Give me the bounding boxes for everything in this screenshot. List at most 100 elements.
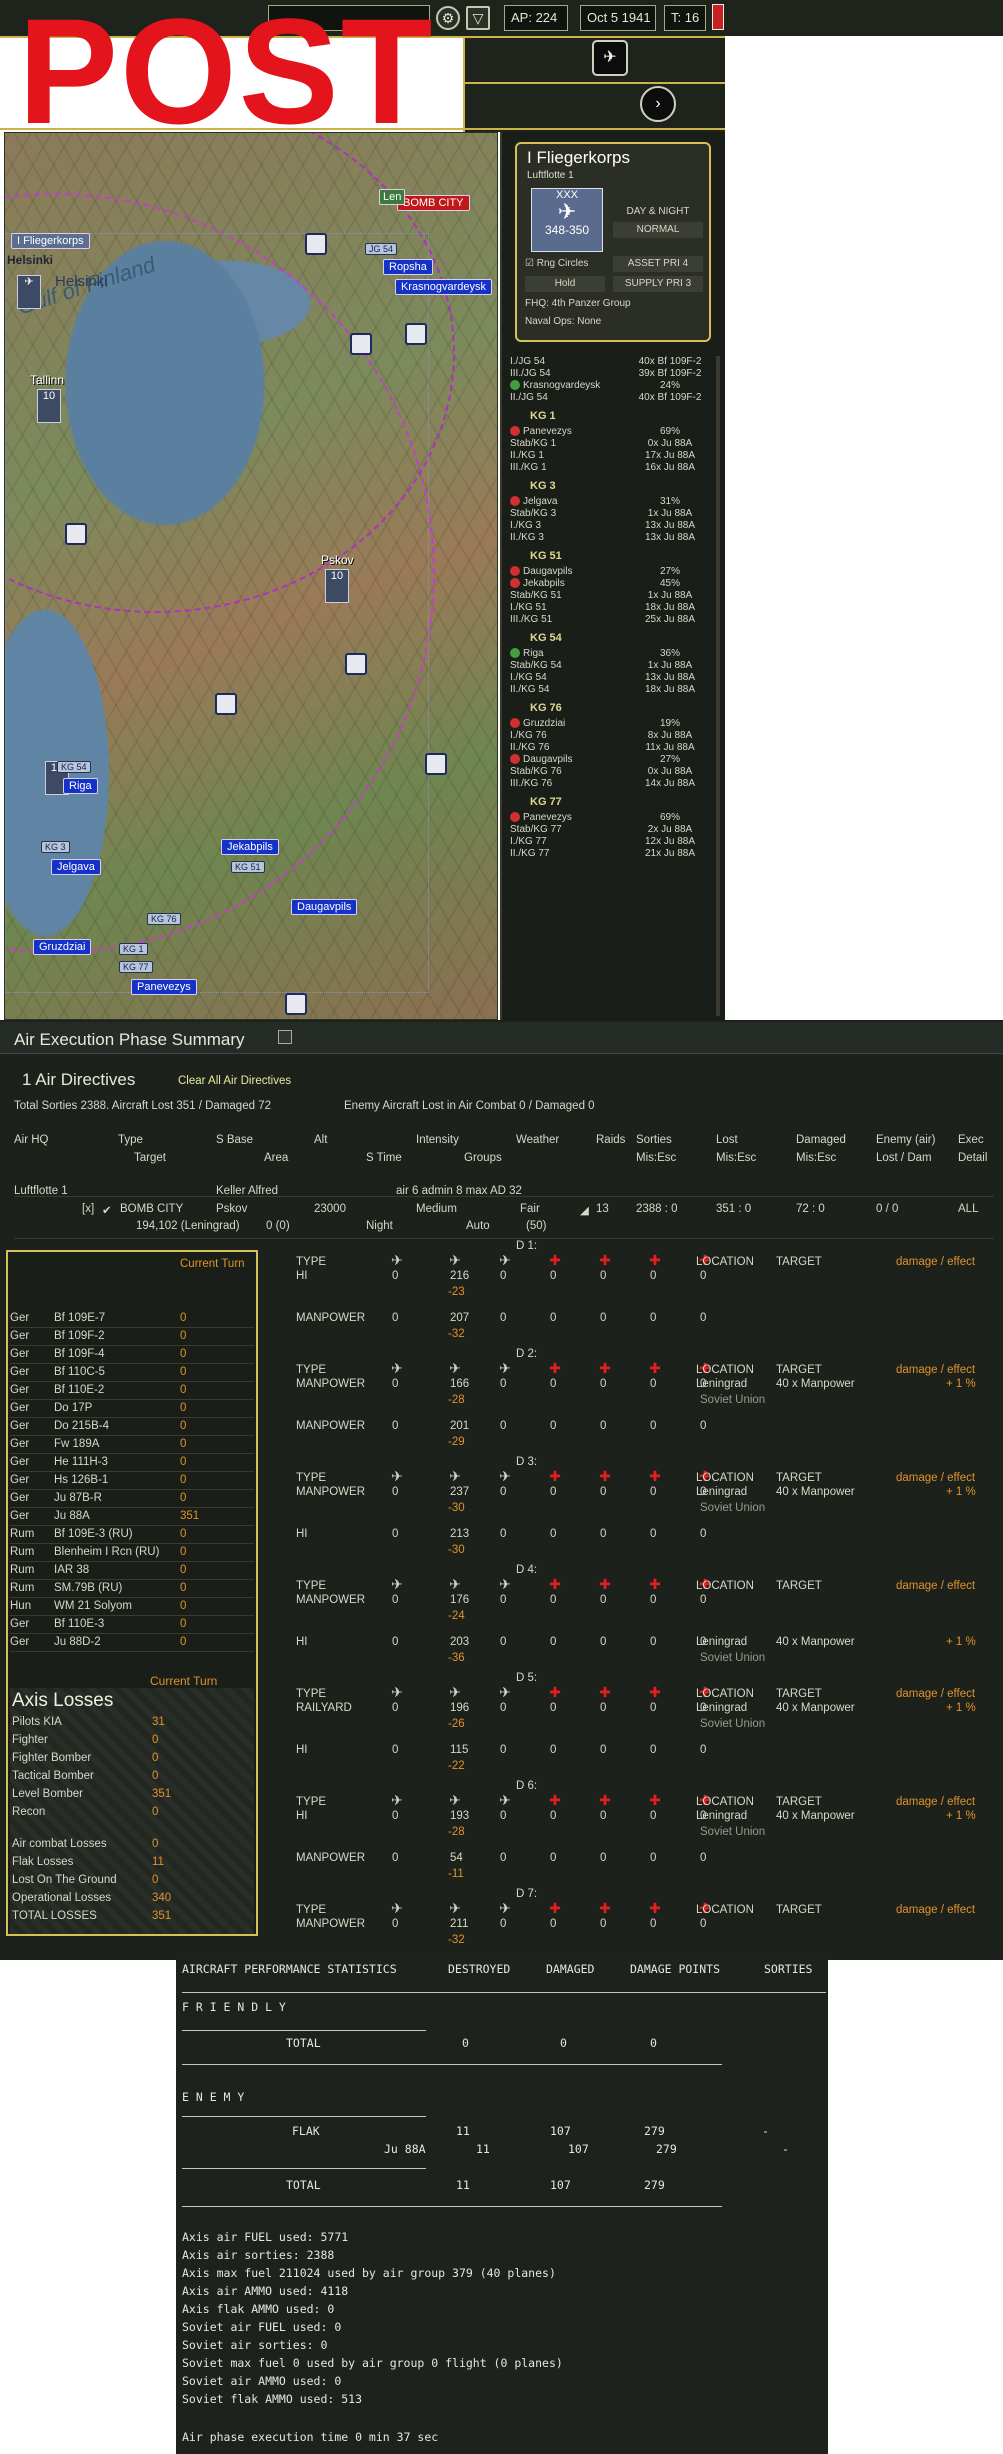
airbase-icon[interactable] bbox=[350, 333, 372, 355]
airbase-icon[interactable] bbox=[65, 523, 87, 545]
mission-delta: -30 bbox=[448, 1502, 465, 1514]
row-divider bbox=[10, 1489, 254, 1490]
air-unit-tag[interactable]: KG 1 bbox=[119, 943, 148, 955]
row-divider bbox=[10, 1363, 254, 1364]
airbase-icon[interactable] bbox=[345, 653, 367, 675]
hq-card[interactable]: I Fliegerkorps Luftflotte 1 XXX ✈ 348-35… bbox=[515, 142, 711, 342]
clear-all-link[interactable]: Clear All Air Directives bbox=[178, 1075, 291, 1087]
air-group-row[interactable]: Stab/KG 1 0x Ju 88A bbox=[510, 438, 710, 449]
air-hq-counter[interactable]: ✈ bbox=[17, 275, 41, 309]
unit-stack[interactable]: 10 bbox=[37, 389, 61, 423]
city-tag[interactable]: Ropsha bbox=[383, 259, 433, 275]
col-detail: Detail bbox=[958, 1152, 988, 1164]
air-group-row[interactable]: I./JG 54 40x Bf 109F-2 bbox=[510, 356, 710, 367]
directive-check-icon[interactable]: ✔ bbox=[102, 1203, 112, 1217]
col-area: Area bbox=[264, 1152, 289, 1164]
group-name: II./KG 54 bbox=[510, 684, 550, 695]
air-group-row[interactable]: II./KG 76 11x Ju 88A bbox=[510, 742, 710, 753]
enemy-section: E N E M Y bbox=[182, 2090, 245, 2104]
campaign-map[interactable]: Gulf of Finland I Fliegerkorps Helsinki … bbox=[4, 132, 498, 1020]
air-group-row[interactable]: Panevezys 69% bbox=[510, 812, 710, 823]
city-tag[interactable]: Panevezys bbox=[131, 979, 197, 995]
group-strength: 27% bbox=[659, 566, 681, 577]
airbase-icon[interactable] bbox=[215, 693, 237, 715]
air-group-row[interactable]: Stab/KG 76 0x Ju 88A bbox=[510, 766, 710, 777]
asset-priority[interactable]: ASSET PRI 4 bbox=[613, 256, 703, 272]
air-unit-icon[interactable]: ✈ bbox=[592, 40, 628, 76]
air-group-row[interactable]: Riga 36% bbox=[510, 648, 710, 659]
air-group-row[interactable]: II./KG 77 21x Ju 88A bbox=[510, 848, 710, 859]
nation-code: Ger bbox=[10, 1510, 30, 1522]
air-unit-tag[interactable]: KG 54 bbox=[57, 761, 91, 773]
nation-code: Rum bbox=[10, 1546, 35, 1558]
city-label: Helsinki bbox=[55, 273, 108, 290]
range-circles-toggle[interactable]: ☑ Rng Circles bbox=[525, 258, 588, 269]
air-group-row[interactable]: I./KG 51 18x Ju 88A bbox=[510, 602, 710, 613]
city-tag[interactable]: Jelgava bbox=[51, 859, 101, 875]
next-arrow-button[interactable]: › bbox=[640, 86, 676, 122]
airbase-icon[interactable] bbox=[285, 993, 307, 1015]
city-tag[interactable]: Krasnogvardeysk bbox=[395, 279, 492, 295]
unit-stack[interactable]: 10 bbox=[325, 569, 349, 603]
air-unit-tag[interactable]: JG 54 bbox=[365, 243, 398, 255]
air-group-row[interactable]: Stab/KG 54 1x Ju 88A bbox=[510, 660, 710, 671]
hq-map-label[interactable]: I Fliegerkorps bbox=[11, 233, 90, 249]
city-tag[interactable]: Jekabpils bbox=[221, 839, 279, 855]
mission-value: 0 bbox=[650, 1702, 657, 1714]
air-group-row[interactable]: III./KG 76 14x Ju 88A bbox=[510, 778, 710, 789]
air-group-row[interactable]: Daugavpils 27% bbox=[510, 566, 710, 577]
city-tag[interactable]: Daugavpils bbox=[291, 899, 358, 915]
side-scrollbar[interactable] bbox=[716, 356, 720, 1016]
directive-checkbox[interactable]: [x] bbox=[82, 1203, 94, 1215]
air-group-row[interactable]: Gruzdziai 19% bbox=[510, 718, 710, 729]
city-tag[interactable]: Riga bbox=[63, 778, 98, 794]
mission-value: 0 bbox=[600, 1744, 607, 1756]
filter-icon[interactable]: ▽ bbox=[466, 6, 490, 30]
air-group-row[interactable]: Stab/KG 3 1x Ju 88A bbox=[510, 508, 710, 519]
air-group-row[interactable]: II./KG 1 17x Ju 88A bbox=[510, 450, 710, 461]
detail-all-link[interactable]: ALL bbox=[958, 1203, 978, 1215]
air-group-row[interactable]: I./KG 54 13x Ju 88A bbox=[510, 672, 710, 683]
aircraft-type: Bf 110E-3 bbox=[54, 1618, 105, 1630]
air-group-row[interactable]: Panevezys 69% bbox=[510, 426, 710, 437]
air-group-row[interactable]: III./KG 51 25x Ju 88A bbox=[510, 614, 710, 625]
air-group-row[interactable]: Daugavpils 27% bbox=[510, 754, 710, 765]
hold-button[interactable]: Hold bbox=[525, 276, 605, 292]
close-button[interactable] bbox=[712, 4, 724, 30]
air-group-row[interactable]: Stab/KG 77 2x Ju 88A bbox=[510, 824, 710, 835]
supply-priority[interactable]: SUPPLY PRI 3 bbox=[613, 276, 703, 292]
loss-value: 351 bbox=[152, 1788, 172, 1800]
settings-icon[interactable]: ⚙ bbox=[436, 6, 460, 30]
enemy-plane-icon: ✚ bbox=[649, 1576, 661, 1592]
airbase-icon[interactable] bbox=[305, 233, 327, 255]
air-group-row[interactable]: Krasnogvardeysk 24% bbox=[510, 380, 710, 391]
air-group-row[interactable]: Stab/KG 51 1x Ju 88A bbox=[510, 590, 710, 601]
air-unit-tag[interactable]: KG 76 bbox=[147, 913, 181, 925]
air-group-row[interactable]: I./KG 76 8x Ju 88A bbox=[510, 730, 710, 741]
air-group-row[interactable]: III./KG 1 16x Ju 88A bbox=[510, 462, 710, 473]
air-unit-tag[interactable]: KG 3 bbox=[41, 841, 70, 853]
air-unit-tag[interactable]: KG 77 bbox=[119, 961, 153, 973]
air-group-row[interactable]: II./KG 3 13x Ju 88A bbox=[510, 532, 710, 543]
window-icon[interactable] bbox=[278, 1030, 292, 1044]
air-unit-tag[interactable]: KG 51 bbox=[231, 861, 265, 873]
air-group-row[interactable]: I./KG 3 13x Ju 88A bbox=[510, 520, 710, 531]
row-divider bbox=[10, 1327, 254, 1328]
hq-setting[interactable]: NORMAL bbox=[613, 222, 703, 238]
city-tag[interactable]: Gruzdziai bbox=[33, 939, 92, 955]
airbase-icon[interactable] bbox=[405, 323, 427, 345]
air-group-row[interactable]: II./KG 54 18x Ju 88A bbox=[510, 684, 710, 695]
mission-delta: -32 bbox=[448, 1328, 465, 1340]
city-tag-partial[interactable]: Len bbox=[379, 189, 406, 205]
air-group-row[interactable]: I./KG 77 12x Ju 88A bbox=[510, 836, 710, 847]
aircraft-type: Do 215B-4 bbox=[54, 1420, 109, 1432]
air-group-row[interactable]: Jekabpils 45% bbox=[510, 578, 710, 589]
loss-value: 0 bbox=[180, 1420, 187, 1432]
airbase-icon[interactable] bbox=[425, 753, 447, 775]
mission-value: 0 bbox=[650, 1312, 657, 1324]
air-group-row[interactable]: Jelgava 31% bbox=[510, 496, 710, 507]
mission-type: MANPOWER bbox=[296, 1312, 365, 1324]
target-city-tag[interactable]: BOMB CITY bbox=[397, 195, 470, 211]
air-group-row[interactable]: II./JG 54 40x Bf 109F-2 bbox=[510, 392, 710, 403]
air-group-row[interactable]: III./JG 54 39x Bf 109F-2 bbox=[510, 368, 710, 379]
